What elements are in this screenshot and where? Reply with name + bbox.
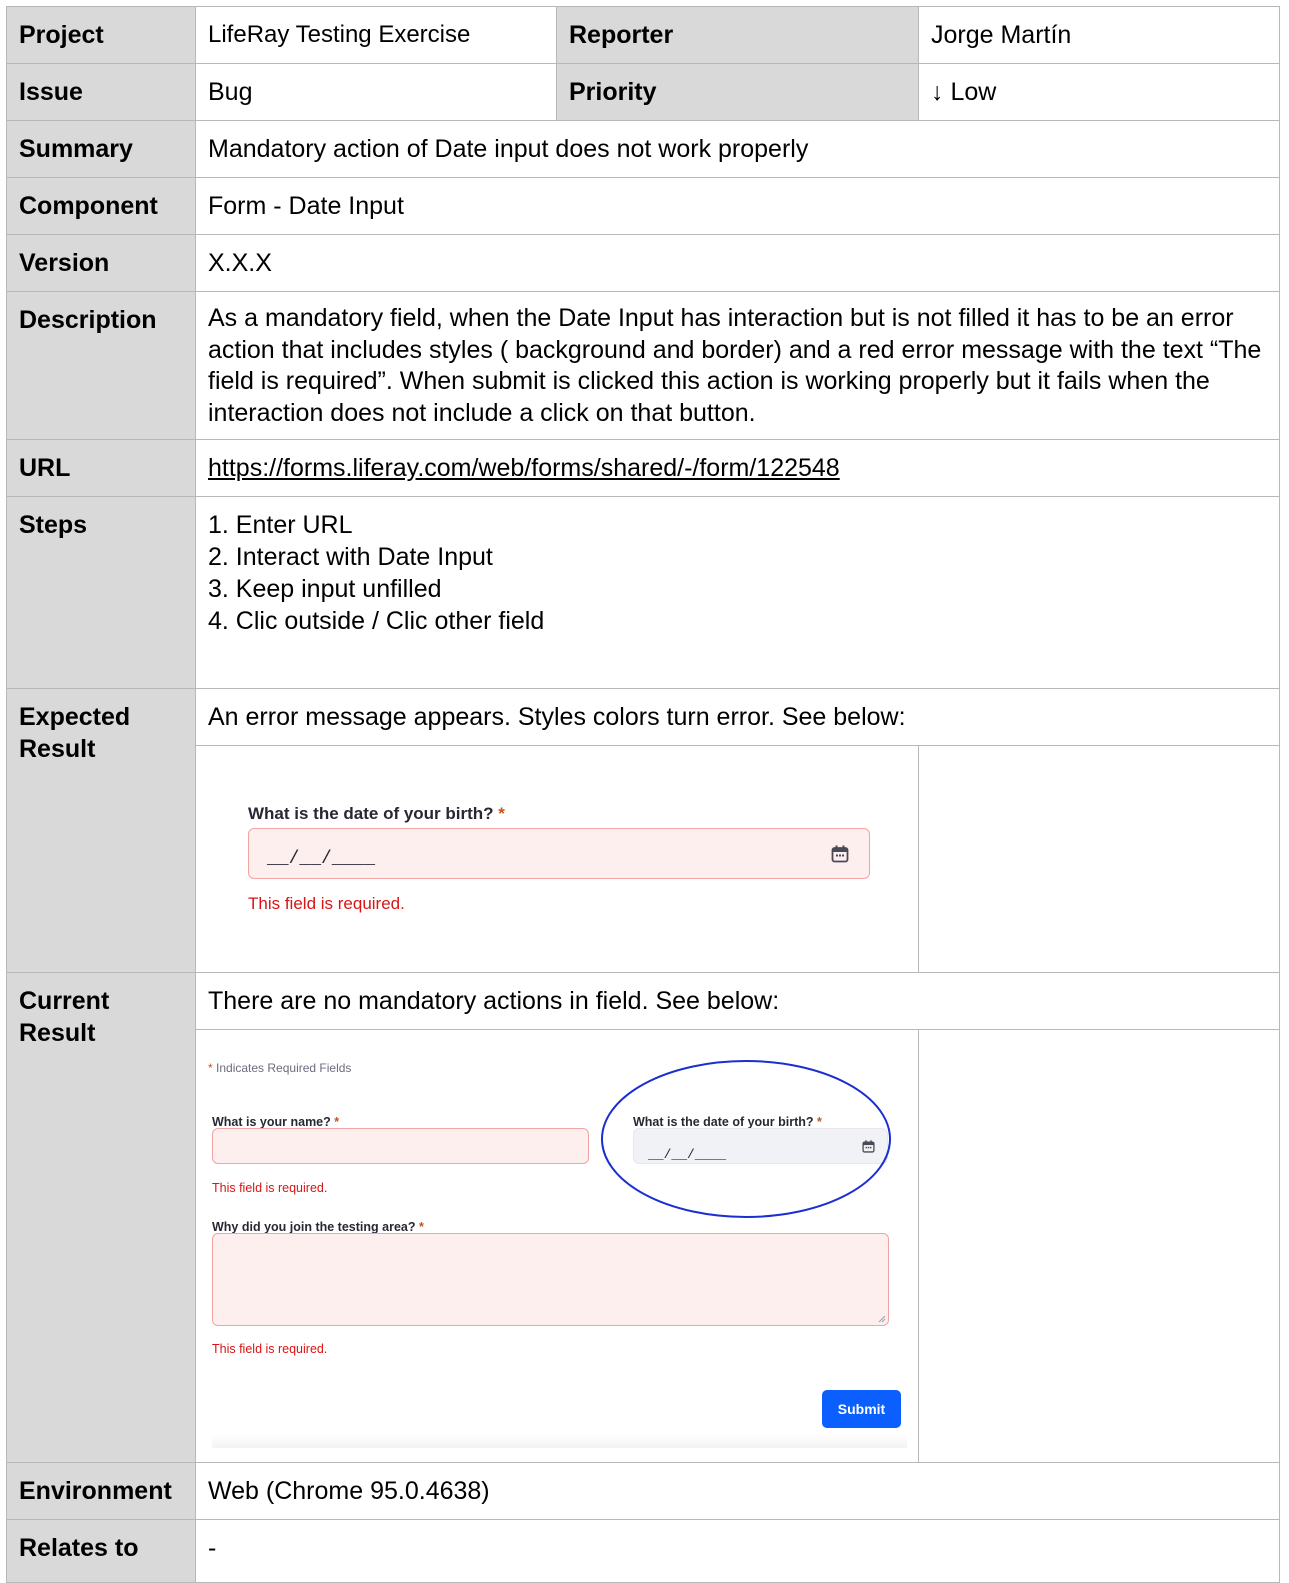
name-error-message: This field is required. <box>212 1181 328 1195</box>
expected-birth-label: What is the date of your birth? * <box>248 798 505 830</box>
environment-value: Web (Chrome 95.0.4638) <box>196 1463 1280 1520</box>
date-mask: __/__/____ <box>267 849 376 869</box>
issue-label: Issue <box>7 64 196 121</box>
step-item: 2. Interact with Date Input <box>208 543 493 571</box>
required-note-text: Indicates Required Fields <box>216 1061 352 1075</box>
step-item: 4. Clic outside / Clic other field <box>208 607 545 635</box>
required-asterisk: * <box>208 1061 213 1075</box>
form-url-link[interactable]: https://forms.liferay.com/web/forms/shar… <box>208 454 840 482</box>
current-label: Current Result <box>7 973 196 1463</box>
current-screenshot-cell: * Indicates Required Fields What is your… <box>196 1030 919 1463</box>
why-label-text: Why did you join the testing area? <box>212 1220 416 1234</box>
component-value: Form - Date Input <box>196 178 1280 235</box>
priority-value: ↓ Low <box>919 64 1280 121</box>
steps-list: 1. Enter URL 2. Interact with Date Input… <box>196 497 1280 689</box>
relates-value: - <box>196 1520 1280 1583</box>
expected-empty-cell <box>919 746 1280 973</box>
steps-label: Steps <box>7 497 196 689</box>
version-value: X.X.X <box>196 235 1280 292</box>
priority-label: Priority <box>557 64 919 121</box>
issue-value: Bug <box>196 64 557 121</box>
required-fields-note: * Indicates Required Fields <box>208 1052 351 1084</box>
name-input[interactable] <box>212 1128 589 1164</box>
why-textarea[interactable] <box>212 1233 889 1326</box>
reporter-value: Jorge Martín <box>919 7 1280 64</box>
required-asterisk: * <box>498 804 505 823</box>
step-item: 1. Enter URL <box>208 511 353 539</box>
reporter-label: Reporter <box>557 7 919 64</box>
project-value: LifeRay Testing Exercise <box>196 7 557 64</box>
url-label: URL <box>7 440 196 497</box>
current-label-line2: Result <box>19 1019 96 1047</box>
name-label-text: What is your name? <box>212 1115 331 1129</box>
version-label: Version <box>7 235 196 292</box>
project-label: Project <box>7 7 196 64</box>
submit-button[interactable]: Submit <box>822 1390 901 1428</box>
expected-screenshot-cell: What is the date of your birth? * __/__/… <box>196 746 919 973</box>
expected-label-line1: Expected <box>19 703 131 731</box>
relates-label: Relates to <box>7 1520 196 1583</box>
highlight-ellipse <box>601 1060 891 1218</box>
expected-error-message: This field is required. <box>248 894 405 913</box>
url-cell: https://forms.liferay.com/web/forms/shar… <box>196 440 1280 497</box>
resize-handle-icon[interactable] <box>878 1315 886 1323</box>
description-value: As a mandatory field, when the Date Inpu… <box>196 292 1280 440</box>
current-value: There are no mandatory actions in field.… <box>196 973 1280 1030</box>
current-label-line1: Current <box>19 987 110 1015</box>
component-label: Component <box>7 178 196 235</box>
environment-label: Environment <box>7 1463 196 1520</box>
summary-value: Mandatory action of Date input does not … <box>196 121 1280 178</box>
calendar-icon[interactable] <box>831 845 849 863</box>
expected-value: An error message appears. Styles colors … <box>196 689 1280 746</box>
expected-birth-label-text: What is the date of your birth? <box>248 804 494 823</box>
current-empty-cell <box>919 1030 1280 1463</box>
expected-label-line2: Result <box>19 735 96 763</box>
required-asterisk: * <box>334 1115 340 1129</box>
why-error-message: This field is required. <box>212 1342 328 1356</box>
bug-report-table: Project LifeRay Testing Exercise Reporte… <box>6 6 1280 1583</box>
required-asterisk: * <box>418 1220 424 1234</box>
description-label: Description <box>7 292 196 440</box>
expected-date-input[interactable]: __/__/____ <box>248 828 870 879</box>
step-item: 3. Keep input unfilled <box>208 575 442 603</box>
summary-label: Summary <box>7 121 196 178</box>
expected-label: Expected Result <box>7 689 196 973</box>
bottom-shadow <box>212 1434 907 1448</box>
